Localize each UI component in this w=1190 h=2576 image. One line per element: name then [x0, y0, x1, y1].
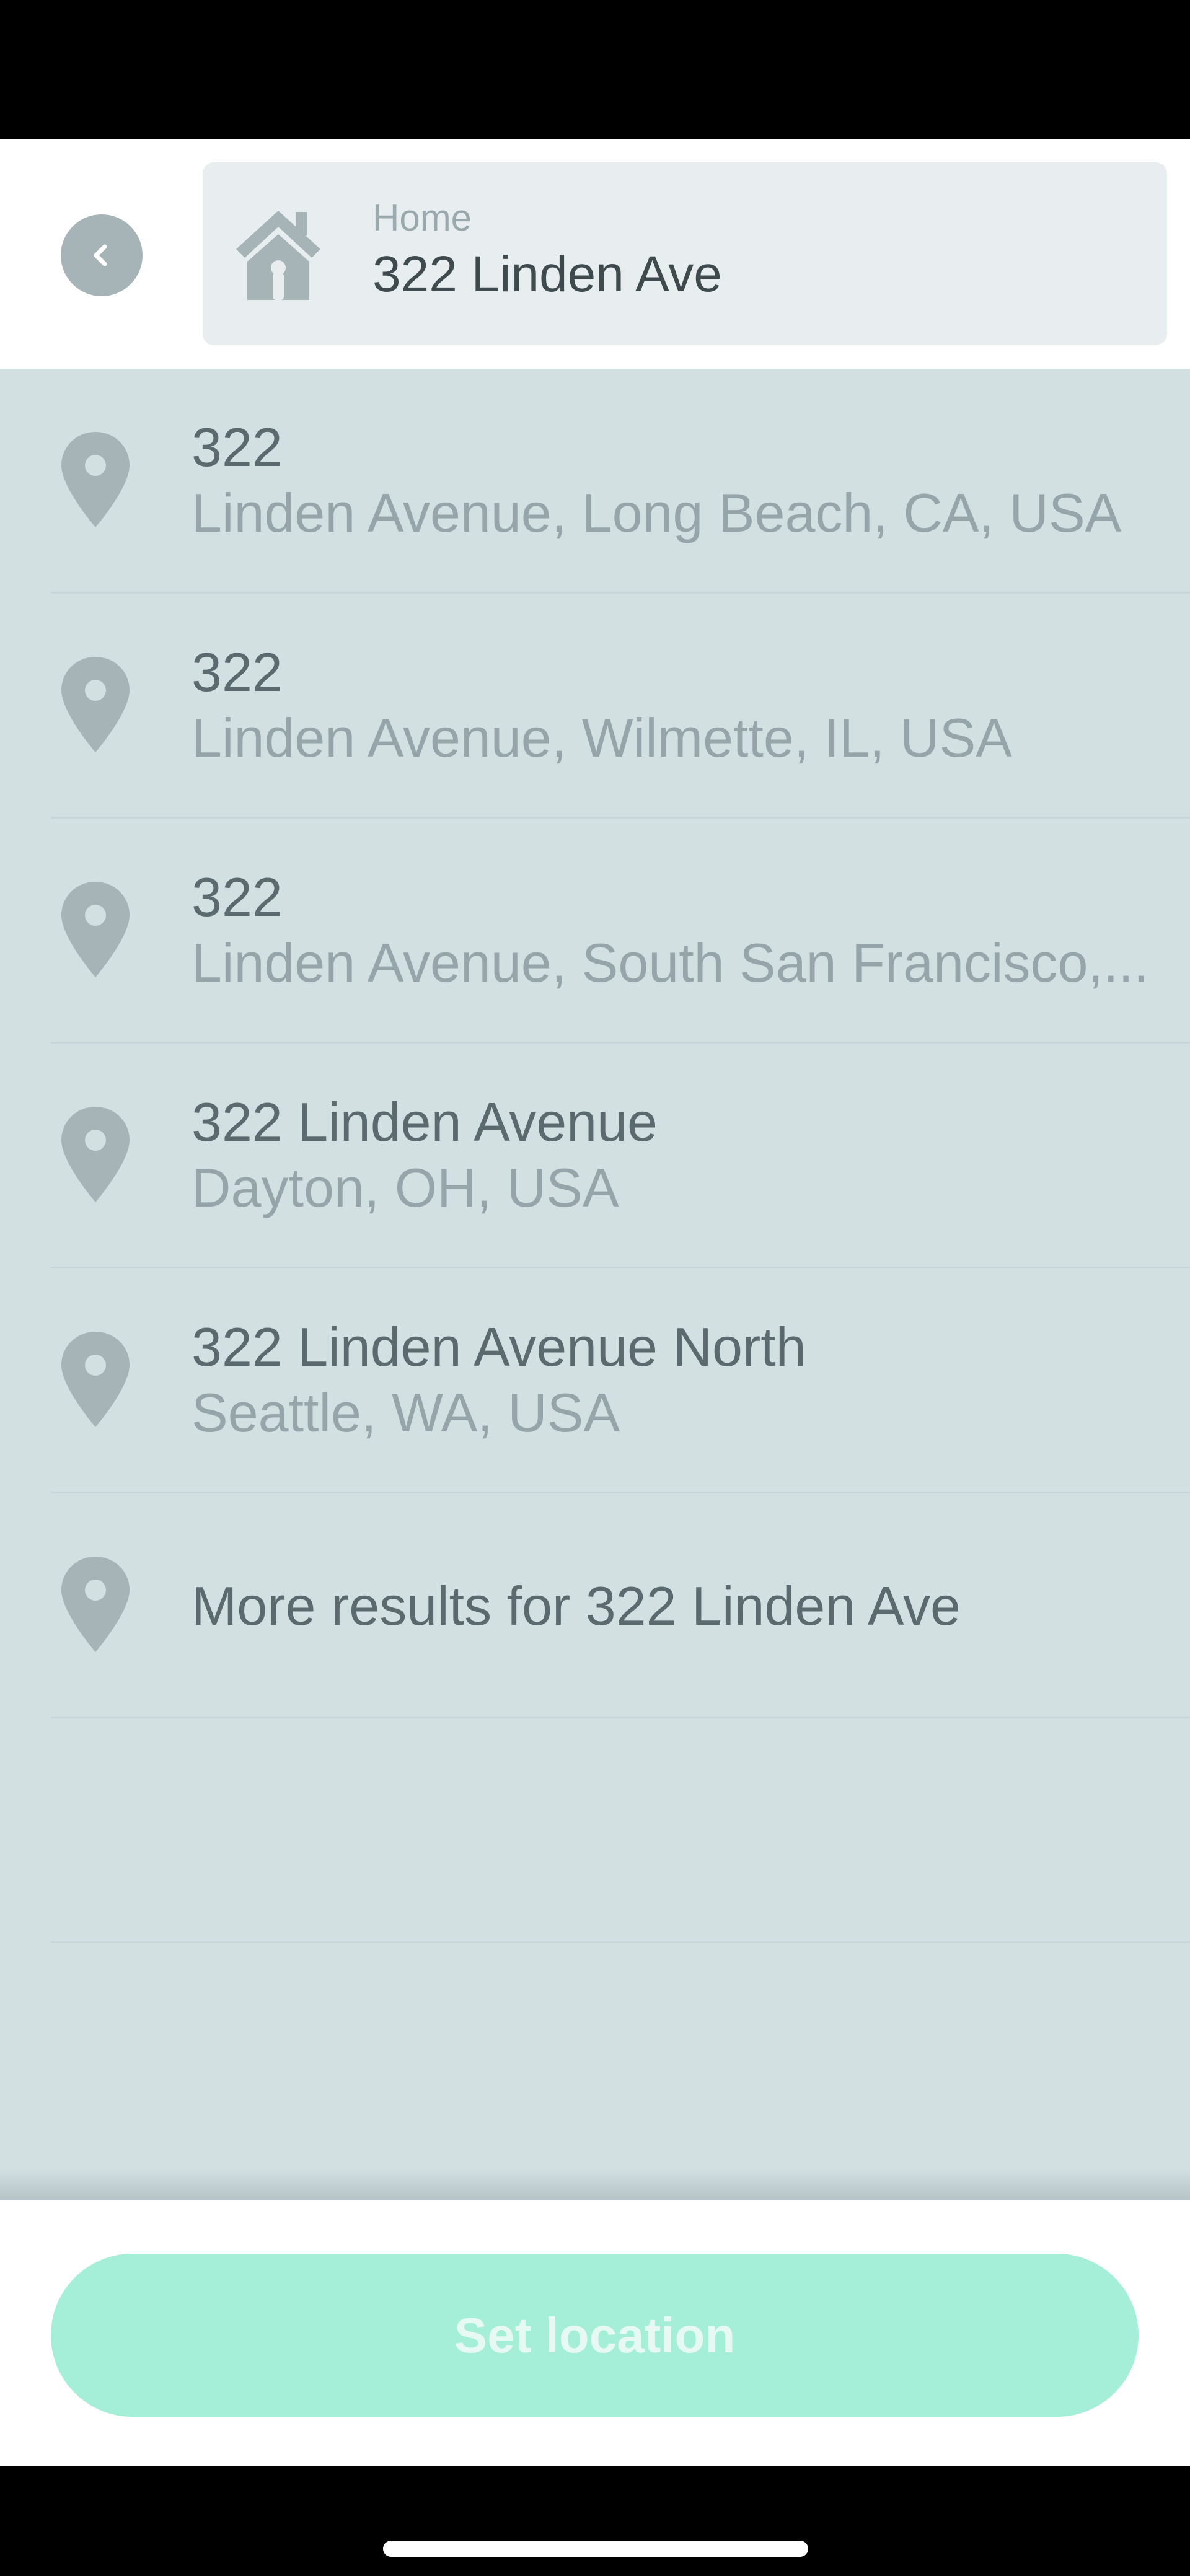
map-pin-icon — [61, 882, 130, 977]
map-pin-icon — [61, 657, 130, 752]
divider — [51, 1941, 1190, 1943]
search-results-list: 322 Linden Avenue, Long Beach, CA, USA 3… — [0, 369, 1190, 2200]
footer: Set location — [0, 2200, 1190, 2466]
location-search-header: Home 322 Linden Ave — [0, 139, 1190, 369]
result-item[interactable]: 322 Linden Avenue, Wilmette, IL, USA — [0, 594, 1190, 819]
result-secondary-text: Seattle, WA, USA — [192, 1383, 620, 1443]
address-input[interactable]: 322 Linden Ave — [372, 249, 722, 300]
map-pin-icon — [61, 1332, 130, 1427]
result-item[interactable]: 322 Linden Avenue, Long Beach, CA, USA — [0, 369, 1190, 594]
result-primary-text: 322 Linden Avenue — [192, 1091, 658, 1153]
result-primary-text: 322 — [192, 641, 283, 703]
map-pin-icon — [61, 1557, 130, 1652]
address-search-field[interactable]: Home 322 Linden Ave — [203, 162, 1167, 345]
field-label: Home — [372, 197, 472, 239]
home-bar-area — [0, 2466, 1190, 2576]
chevron-left-icon — [94, 244, 107, 266]
map-pin-icon — [61, 1107, 130, 1202]
result-item[interactable]: 322 Linden Avenue Dayton, OH, USA — [0, 1044, 1190, 1268]
list-bottom-edge — [0, 2169, 1190, 2200]
result-item[interactable]: 322 Linden Avenue North Seattle, WA, USA — [0, 1268, 1190, 1493]
more-results-item[interactable]: More results for 322 Linden Ave — [0, 1493, 1190, 1718]
map-pin-icon — [61, 432, 130, 527]
set-location-button[interactable]: Set location — [51, 2254, 1139, 2417]
result-item[interactable]: 322 Linden Avenue, South San Francisco,.… — [0, 819, 1190, 1044]
result-primary-text: 322 — [192, 866, 283, 928]
result-secondary-text: Linden Avenue, Long Beach, CA, USA — [192, 483, 1122, 543]
back-button[interactable] — [61, 214, 143, 296]
empty-row — [0, 1718, 1190, 1943]
result-primary-text: 322 Linden Avenue North — [192, 1316, 806, 1378]
result-secondary-text: Linden Avenue, Wilmette, IL, USA — [192, 708, 1012, 768]
status-bar — [0, 0, 1190, 139]
more-results-text: More results for 322 Linden Ave — [192, 1575, 961, 1637]
result-secondary-text: Dayton, OH, USA — [192, 1158, 619, 1218]
home-icon — [236, 211, 320, 300]
home-indicator[interactable] — [383, 2541, 808, 2557]
result-primary-text: 322 — [192, 416, 283, 478]
result-secondary-text: Linden Avenue, South San Francisco,... — [192, 933, 1149, 993]
